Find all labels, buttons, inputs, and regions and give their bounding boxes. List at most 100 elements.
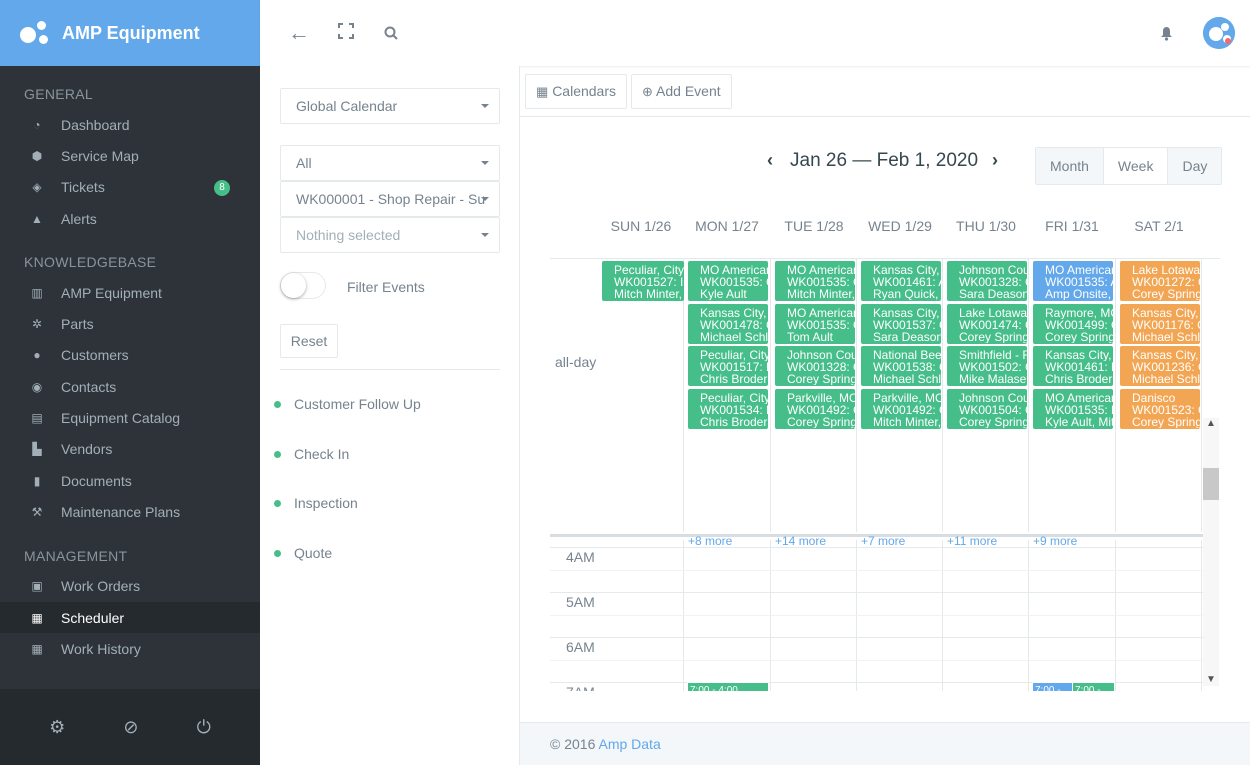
allday-event[interactable]: MO American WK001535: C Tom Ault (775, 303, 855, 344)
allday-event[interactable]: Kansas City, I WK001176: C Michael Schl (1120, 303, 1200, 344)
sidebar-item-dashboard[interactable]: ◔ Dashboard (0, 109, 260, 140)
legend-item[interactable]: Quote (274, 545, 332, 561)
sidebar-item-customers[interactable]: ● Customers (0, 340, 260, 371)
allday-event[interactable]: MO American WK001535: C Kyle Ault (688, 261, 768, 301)
nav-section-title: GENERAL (24, 86, 94, 102)
timed-event[interactable]: 7:00 - 9:0JohnsoCountyWastevWK001 (1072, 682, 1115, 691)
sidebar-item-documents[interactable]: ▮ Documents (0, 465, 260, 496)
event-text: Amp Onsite, A (1045, 288, 1113, 300)
event-text: Parkville, MO (873, 391, 941, 404)
avatar[interactable] (1203, 17, 1235, 49)
more-events-link[interactable]: +8 more (688, 534, 732, 548)
type-select[interactable]: All (280, 145, 500, 181)
nav-section-title: KNOWLEDGEBASE (24, 254, 157, 271)
event-text: MO American (700, 264, 768, 276)
sidebar-item-maintenance-plans[interactable]: ⚒ Maintenance Plans (0, 496, 260, 527)
filter-events-toggle[interactable] (280, 272, 326, 299)
more-events-link[interactable]: +9 more (1033, 534, 1077, 548)
sidebar-item-scheduler[interactable]: ▦ Scheduler (0, 601, 260, 634)
calendar-icon: ▦ (31, 610, 43, 625)
allday-event[interactable]: Lake Lotawa WK001272: C Corey Spring (1120, 261, 1200, 301)
scroll-down-icon[interactable]: ▼ (1206, 674, 1216, 685)
event-text: Sara Deason, (959, 288, 1027, 300)
allday-event[interactable]: MO AmericanWK001535: AAmp Onsite, A (1033, 261, 1113, 301)
eye-slash-icon[interactable]: ⊘ (123, 717, 138, 738)
allday-event[interactable]: Kansas City, IWK001461: ARyan Quick, T (861, 261, 941, 301)
power-icon[interactable]: ⏻ (197, 717, 211, 738)
view-day-button[interactable]: Day (1167, 148, 1222, 184)
warning-icon: ▲ (31, 211, 43, 226)
allday-event[interactable]: Raymore, MC WK001499: C Corey Spring (1033, 303, 1113, 344)
technician-select[interactable]: Nothing selected (280, 217, 500, 253)
sidebar-item-amp-equipment[interactable]: ▥ AMP Equipment (0, 277, 260, 308)
event-text: WK001535: F (1045, 403, 1113, 416)
allday-event[interactable]: Lake Lotawa WK001474: C Corey Spring (947, 303, 1027, 344)
sidebar-item-parts[interactable]: ✲ Parts (0, 308, 260, 339)
allday-event[interactable]: Kansas City, I WK001478: C Michael Schl (688, 303, 768, 344)
footer-link[interactable]: Amp Data (598, 736, 660, 752)
sidebar-item-label: Vendors (61, 441, 113, 458)
allday-event[interactable]: Smithfield - F WK001502: C Mike Malasel (947, 346, 1027, 386)
sidebar-item-tickets[interactable]: ◈ Tickets 8 (0, 172, 260, 203)
allday-event[interactable]: Peculiar, City WK001517: F Chris Broderi (688, 346, 768, 386)
allday-event[interactable]: Danisco WK001523: C Corey Spring (1120, 388, 1200, 429)
back-arrow-icon[interactable]: ← (288, 20, 310, 46)
time-label: 4AM (566, 549, 595, 565)
event-text: WK001535: C (787, 318, 855, 331)
fullscreen-icon[interactable] (338, 23, 354, 44)
sidebar-item-equipment-catalog[interactable]: ▤ Equipment Catalog (0, 402, 260, 433)
scrollbar-thumb[interactable] (1203, 468, 1219, 500)
next-week-icon[interactable]: › (992, 150, 998, 171)
allday-event[interactable]: Parkville, MO WK001492: C Corey Spring (775, 388, 855, 429)
event-text: WK001478: C (700, 318, 768, 331)
sidebar-item-contacts[interactable]: ◉ Contacts (0, 371, 260, 402)
more-events-link[interactable]: +7 more (861, 534, 905, 548)
reset-button[interactable]: Reset (280, 324, 338, 358)
legend-label: Check In (294, 445, 350, 462)
prev-week-icon[interactable]: ‹ (767, 150, 773, 171)
allday-event[interactable]: Peculiar, City WK001527: I Mitch Minter, (602, 261, 684, 301)
bell-icon[interactable] (1160, 25, 1173, 46)
timed-event[interactable]: 7:00 - 4:00JohnsonCountyWastewaterWK0013… (687, 682, 769, 691)
day-header: MON 1/27 (695, 218, 759, 234)
allday-event[interactable]: Johnson Cou WK001504: C Corey Spring (947, 388, 1027, 429)
calendar-select[interactable]: Global Calendar (280, 88, 500, 124)
settings-icon[interactable]: ⚙ (49, 717, 65, 738)
search-icon[interactable] (384, 24, 398, 45)
sidebar-item-work-history[interactable]: ▦ Work History (0, 633, 260, 664)
event-text: Peculiar, City (700, 349, 768, 361)
add-event-button[interactable]: ⊕ Add Event (631, 74, 732, 109)
allday-event[interactable]: National Bee WK001538: C Michael Schl (861, 346, 941, 386)
allday-event[interactable]: MO American WK001535: C Mitch Minter, (775, 261, 855, 301)
sidebar-item-alerts[interactable]: ▲ Alerts (0, 203, 260, 234)
scrollbar[interactable]: ▲ ▼ (1203, 418, 1219, 686)
sidebar-item-vendors[interactable]: ▙ Vendors (0, 434, 260, 465)
allday-event[interactable]: Parkville, MO WK001492: C Mitch Minter, (861, 388, 941, 429)
scroll-up-icon[interactable]: ▲ (1206, 418, 1216, 429)
allday-event[interactable]: Johnson Cou WK001328: C Corey Spring (775, 346, 855, 386)
allday-event[interactable]: Johnson Cou WK001328: C Sara Deason, (947, 261, 1027, 301)
allday-event[interactable]: Kansas City, I WK001537: C Sara Deason (861, 303, 941, 344)
sidebar-item-work-orders[interactable]: ▣ Work Orders (0, 571, 260, 602)
event-text: WK001537: C (873, 318, 941, 331)
event-text: WK001534: F (700, 403, 768, 416)
legend-item[interactable]: Inspection (274, 495, 358, 511)
sidebar-item-service-map[interactable]: ⬢ Service Map (0, 140, 260, 171)
legend-item[interactable]: Customer Follow Up (274, 396, 421, 412)
timed-event[interactable]: 7:00 - 11MOAmericWater -Lawsor (1032, 682, 1074, 691)
calendars-button[interactable]: ▦ Calendars (525, 74, 628, 109)
more-events-link[interactable]: +14 more (775, 534, 826, 548)
day-header: SUN 1/26 (610, 218, 672, 234)
workorder-select[interactable]: WK000001 - Shop Repair - Su (280, 181, 500, 217)
brand[interactable]: AMP Equipment (0, 0, 260, 66)
more-events-link[interactable]: +11 more (947, 534, 997, 548)
allday-event[interactable]: MO American WK001535: F Kyle Ault, Mit (1033, 388, 1113, 429)
users-icon: ● (33, 348, 41, 363)
allday-event[interactable]: Kansas City, I WK001236: C Michael Schl (1120, 346, 1200, 386)
allday-event[interactable]: Kansas City, I WK001461: D Chris Broderi (1033, 346, 1113, 386)
view-month-button[interactable]: Month (1036, 148, 1103, 184)
legend-item[interactable]: Check In (274, 445, 350, 462)
view-week-button[interactable]: Week (1102, 148, 1168, 184)
allday-event[interactable]: Peculiar, City WK001534: F Chris Broderi (688, 388, 768, 429)
time-label: 5AM (566, 594, 595, 610)
